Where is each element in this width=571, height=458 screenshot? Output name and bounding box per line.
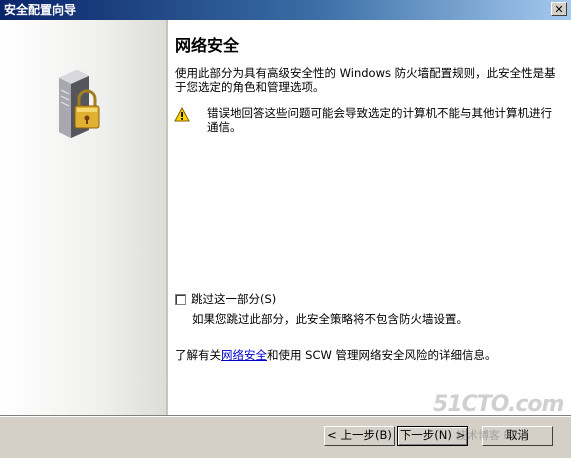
- watermark-subtitle: 技术博客 Blog: [456, 429, 528, 442]
- network-security-link[interactable]: 网络安全: [221, 348, 267, 362]
- wizard-side-panel: [0, 20, 166, 415]
- skip-section-option[interactable]: 跳过这一部分(S): [175, 291, 276, 307]
- warning-text: 错误地回答这些问题可能会导致选定的计算机不能与其他计算机进行通信。: [207, 106, 552, 134]
- page-title: 网络安全: [175, 36, 240, 55]
- back-button[interactable]: < 上一步(B): [324, 426, 395, 446]
- learn-more-suffix: 和使用 SCW 管理网络安全风险的详细信息。: [267, 348, 497, 362]
- skip-description: 如果您跳过此部分，此安全策略将不包含防火墙设置。: [192, 312, 468, 326]
- window-title: 安全配置向导: [4, 3, 77, 17]
- skip-checkbox[interactable]: [175, 294, 186, 305]
- server-lock-icon: [59, 70, 100, 138]
- warning-icon: [174, 107, 190, 122]
- title-bar: 安全配置向导 ✕: [0, 0, 571, 20]
- skip-checkbox-label[interactable]: 跳过这一部分(S): [191, 292, 276, 306]
- page-description: 使用此部分为具有高级安全性的 Windows 防火墙配置规则，此安全性是基于您选…: [175, 66, 556, 94]
- watermark-logo: 51CTO.com: [433, 392, 564, 417]
- wizard-content: 网络安全 使用此部分为具有高级安全性的 Windows 防火墙配置规则，此安全性…: [168, 20, 571, 415]
- learn-more-prefix: 了解有关: [175, 348, 221, 362]
- close-button[interactable]: ✕: [551, 2, 567, 16]
- close-icon: ✕: [554, 3, 564, 16]
- learn-more-text: 了解有关网络安全和使用 SCW 管理网络安全风险的详细信息。: [175, 347, 497, 363]
